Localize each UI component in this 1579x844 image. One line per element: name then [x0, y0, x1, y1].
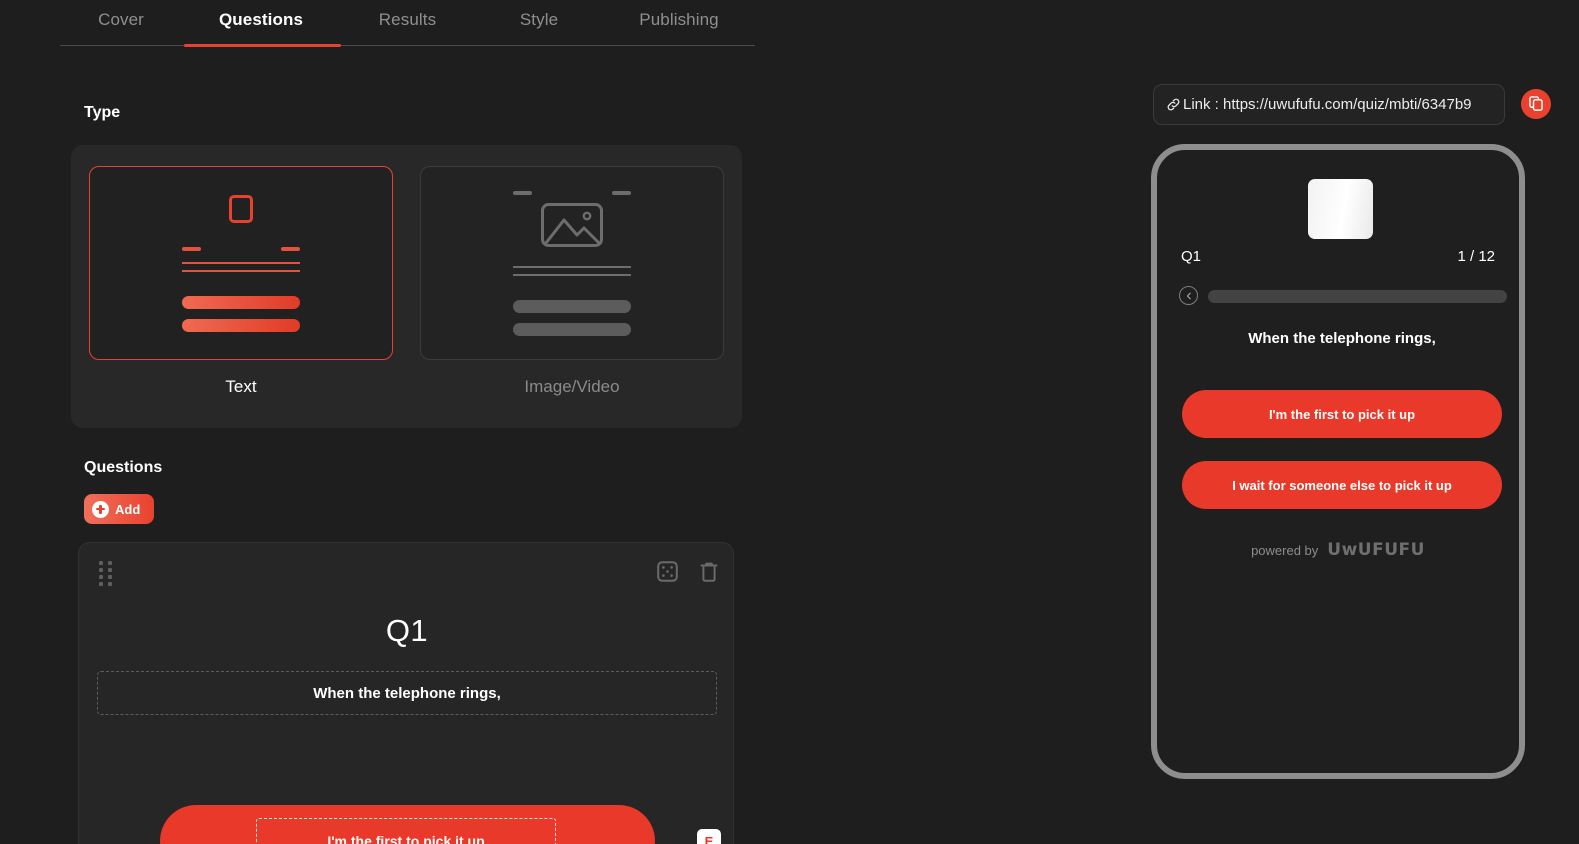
tab-label: Cover [98, 10, 144, 29]
bar-icon [513, 322, 631, 336]
questions-section-label: Questions [84, 459, 163, 476]
line-icon [513, 265, 631, 268]
preview-cover-image [1308, 179, 1373, 239]
bar-icon [513, 299, 631, 313]
editor-pane: Type Text Image/Video Questions Add Q1 W… [0, 47, 790, 844]
square-outline-icon [229, 194, 253, 223]
question-card: Q1 When the telephone rings, I'm the fir… [78, 542, 734, 844]
dash-row [513, 190, 631, 195]
type-section-label: Type [84, 104, 121, 121]
add-question-button[interactable]: Add [84, 494, 154, 524]
text-type-glyph [182, 194, 300, 332]
powered-by-footer: powered by UwUFUFU [1157, 540, 1519, 560]
line-icon [182, 261, 300, 264]
tab-label: Questions [218, 10, 304, 29]
answer-trait-badge[interactable]: E [697, 829, 721, 844]
tab-results[interactable]: Results [340, 0, 475, 43]
preview-question-number: Q1 [1181, 248, 1202, 265]
type-option-text[interactable] [89, 166, 393, 360]
quiz-preview-frame: Q1 1 / 12 When the telephone rings, I'm … [1151, 144, 1525, 779]
tab-label: Publishing [639, 10, 719, 29]
preview-option-1[interactable]: I'm the first to pick it up [1182, 390, 1502, 438]
preview-option-2[interactable]: I wait for someone else to pick it up [1182, 461, 1502, 509]
preview-back-icon[interactable] [1179, 286, 1198, 305]
answer-text-input[interactable]: I'm the first to pick it up [256, 818, 556, 844]
dash-icon [281, 246, 300, 251]
tab-bar: Cover Questions Results Style Publishing [60, 0, 755, 47]
quiz-editor-app: Cover Questions Results Style Publishing… [0, 0, 1579, 844]
delete-question-icon[interactable] [699, 561, 719, 588]
copy-link-button[interactable] [1521, 89, 1551, 119]
dash-icon [612, 190, 631, 195]
dash-row [182, 246, 300, 251]
answer-option-row[interactable]: I'm the first to pick it up E [160, 805, 721, 844]
tab-style[interactable]: Style [475, 0, 603, 43]
type-option-image-video[interactable] [420, 166, 724, 360]
media-type-glyph [513, 190, 631, 336]
dash-icon [513, 190, 532, 195]
link-icon [1166, 97, 1181, 112]
brand-logo: UwUFUFU [1327, 540, 1425, 560]
copy-icon [1528, 95, 1544, 114]
question-title: Q1 [385, 613, 429, 648]
type-option-text-label: Text [225, 377, 257, 396]
bar-icon [182, 318, 300, 332]
line-icon [182, 269, 300, 272]
tab-questions[interactable]: Questions [182, 0, 340, 43]
plus-icon [92, 500, 109, 518]
dice-shuffle-icon[interactable] [657, 561, 678, 587]
powered-by-label: powered by [1251, 542, 1319, 558]
bar-icon [182, 295, 300, 309]
type-selector-panel: Text Image/Video [71, 145, 742, 428]
preview-question-text: When the telephone rings, [1248, 330, 1436, 347]
dash-icon [182, 246, 201, 251]
preview-progress-bar [1208, 290, 1507, 303]
share-link-text: Link : https://uwufufu.com/quiz/mbti/634… [1183, 96, 1472, 113]
question-prompt-input[interactable]: When the telephone rings, [97, 671, 717, 715]
tab-publishing[interactable]: Publishing [603, 0, 755, 43]
tab-label: Style [519, 10, 559, 29]
image-icon [541, 202, 603, 252]
tab-label: Results [378, 10, 437, 29]
type-option-image-video-label: Image/Video [524, 377, 620, 396]
line-icon [513, 273, 631, 276]
preview-progress-count: 1 / 12 [1457, 248, 1495, 265]
add-question-label: Add [115, 501, 141, 517]
tab-divider [60, 45, 755, 46]
drag-handle-icon[interactable] [99, 561, 112, 587]
share-link-field[interactable]: Link : https://uwufufu.com/quiz/mbti/634… [1153, 84, 1505, 125]
tab-cover[interactable]: Cover [60, 0, 182, 43]
